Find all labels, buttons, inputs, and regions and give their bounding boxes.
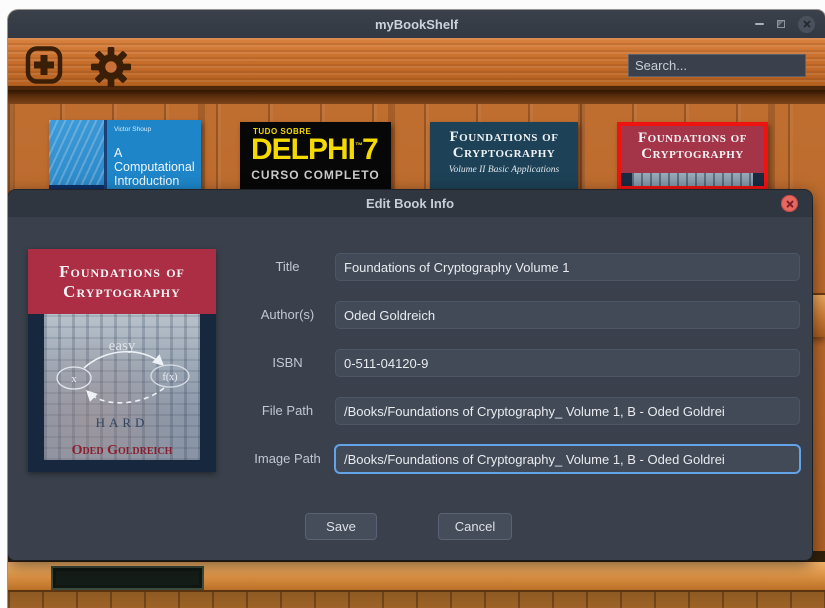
book-cover-preview: Foundations of Cryptography easy x f(x) (28, 249, 216, 472)
cover-author: Oded Goldreich (28, 443, 216, 459)
settings-button[interactable] (90, 46, 132, 93)
book-subtitle: Volume II Basic Applications (430, 165, 578, 175)
cover-node-fx: f(x) (163, 372, 178, 383)
book-foundations-vol2[interactable]: Foundations of Cryptography Volume II Ba… (430, 122, 578, 190)
book-subtitle: CURSO COMPLETO (240, 168, 391, 182)
dialog-title: Edit Book Info (366, 196, 454, 211)
cover-title: Foundations of Cryptography (32, 262, 212, 301)
book-author: Victor Shoup (114, 126, 199, 133)
add-book-button[interactable] (25, 45, 63, 90)
image-path-label: Image Path (240, 445, 335, 473)
book-delphi-7[interactable]: TUDO SOBRE DELPHI™7 CURSO COMPLETO (240, 122, 391, 190)
toolbar (8, 38, 825, 90)
shelf-front-planks (8, 590, 825, 608)
book-title: A Computational Introduction (114, 146, 199, 188)
form-row-isbn: ISBN (240, 349, 800, 377)
window-close-icon[interactable] (798, 16, 815, 33)
title-label: Title (240, 253, 335, 281)
partially-hidden-book (51, 566, 204, 590)
form-row-authors: Author(s) (240, 301, 800, 329)
form-row-file-path: File Path (240, 397, 800, 425)
authors-input[interactable] (335, 301, 800, 329)
title-input[interactable] (335, 253, 800, 281)
search-input[interactable] (628, 54, 806, 77)
isbn-input[interactable] (335, 349, 800, 377)
titlebar: myBookShelf (8, 10, 825, 38)
cover-node-x: x (71, 373, 77, 385)
book-foundations-vol1-selected[interactable]: Foundations of Cryptography (617, 122, 768, 190)
tm-mark: ™ (355, 141, 362, 150)
authors-label: Author(s) (240, 301, 335, 329)
cover-photo: easy x f(x) HARD (44, 314, 200, 460)
edit-book-dialog: Edit Book Info Foundations of Cryptograp… (8, 190, 812, 560)
gear-icon (90, 46, 132, 88)
cover-label-hard: HARD (96, 415, 149, 430)
save-button[interactable]: Save (305, 513, 377, 540)
form-row-image-path: Image Path (240, 445, 800, 473)
window-title: myBookShelf (8, 17, 825, 32)
form-row-title: Title (240, 253, 800, 281)
book-title: Foundations of Cryptography (621, 130, 764, 162)
book-title: Foundations of Cryptography (430, 129, 578, 161)
app-window: Victor Shoup A Computational Introductio… (8, 10, 825, 608)
cancel-button[interactable]: Cancel (438, 513, 512, 540)
isbn-label: ISBN (240, 349, 335, 377)
book-cover-photo-strip (621, 173, 764, 186)
file-path-label: File Path (240, 397, 335, 425)
book-title: DELPHI™7 (251, 136, 391, 165)
dialog-header: Edit Book Info (8, 190, 812, 217)
edit-form: Title Author(s) ISBN File Path Image Pat… (240, 253, 800, 493)
minimize-icon[interactable] (755, 23, 764, 25)
restore-icon[interactable] (777, 20, 785, 28)
image-path-input[interactable] (335, 445, 800, 473)
add-book-icon (25, 45, 63, 85)
book-cover-texture (49, 120, 107, 190)
book-computational-introduction[interactable]: Victor Shoup A Computational Introductio… (49, 120, 201, 190)
file-path-input[interactable] (335, 397, 800, 425)
dialog-close-icon[interactable] (781, 195, 798, 212)
